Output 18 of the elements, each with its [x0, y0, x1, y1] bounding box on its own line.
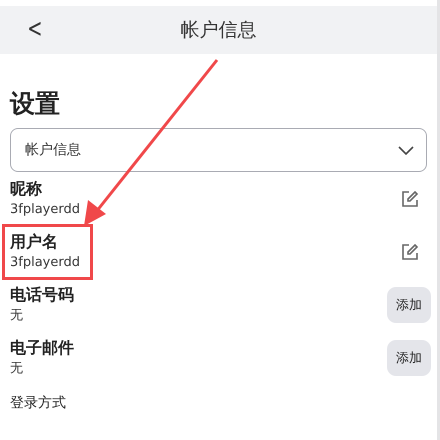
edit-icon — [401, 190, 419, 208]
field-label: 昵称 — [10, 178, 43, 200]
section-label: 登录方式 — [10, 394, 67, 412]
field-label: 用户名 — [10, 230, 59, 252]
add-button[interactable]: 添加 — [387, 286, 431, 322]
page-title: 帐户信息 — [180, 18, 256, 43]
section-title: 设置 — [10, 88, 61, 120]
dropdown[interactable]: 帐户信息 — [10, 128, 427, 172]
field-label: 电子邮件 — [10, 336, 74, 358]
field-value: 无 — [10, 360, 24, 378]
add-button[interactable]: 添加 — [387, 340, 431, 376]
field-value: 3fplayerdd — [10, 254, 80, 272]
field-value: 无 — [10, 306, 24, 324]
field-value: 3fplayerdd — [10, 200, 80, 218]
field-label: 电话号码 — [10, 284, 74, 306]
chevron-icon — [398, 146, 414, 154]
edit-icon — [401, 242, 419, 260]
back-button[interactable]: < — [23, 14, 47, 44]
